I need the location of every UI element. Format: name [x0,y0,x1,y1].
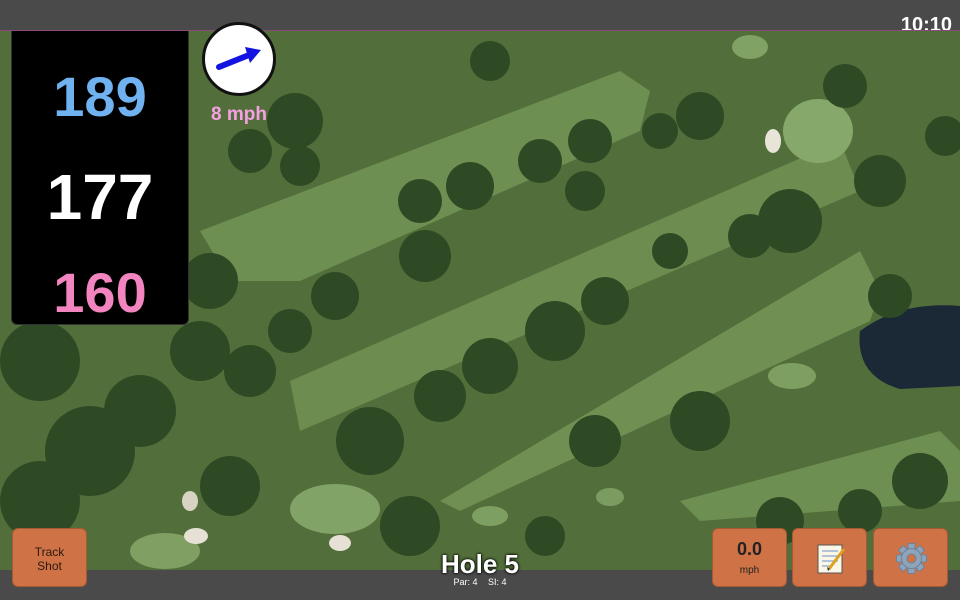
bunker [329,535,351,551]
top-status-bar: 10:10 [0,0,960,36]
track-shot-label-line1: Track [34,545,65,559]
bunker [765,129,781,153]
speed-value: 0.0 [736,539,763,559]
speed-button[interactable]: 0.0 mph [712,528,787,587]
green [596,488,624,506]
speed-unit: mph [739,565,760,576]
hole-stroke-index: SI: 4 [488,577,507,587]
green [472,506,508,526]
green [732,35,768,59]
satellite-map[interactable]: 189 177 160 [0,30,960,571]
settings-button[interactable] [873,528,948,587]
bunker [182,491,198,511]
wind-arrow-icon [216,47,261,70]
track-shot-label-line2: Shot [37,559,62,573]
middle-distance: 177 [46,161,154,233]
hole-info: Par: 4 SI: 4 [380,577,580,587]
gear-icon [896,543,927,574]
track-shot-button[interactable]: Track Shot [12,528,87,587]
notepad-icon [817,544,846,574]
green [290,484,380,534]
bunker [184,528,208,544]
notes-button[interactable] [792,528,867,587]
front-distance: 160 [53,261,147,324]
hole-title: Hole 5 [440,549,520,579]
green [783,99,853,163]
wind-speed: 8 mph [211,104,267,125]
distance-panel: 189 177 160 [11,31,189,325]
wind-indicator [202,22,276,96]
hole-par: Par: 4 [453,577,478,587]
green [768,363,816,389]
back-distance: 189 [53,65,147,128]
